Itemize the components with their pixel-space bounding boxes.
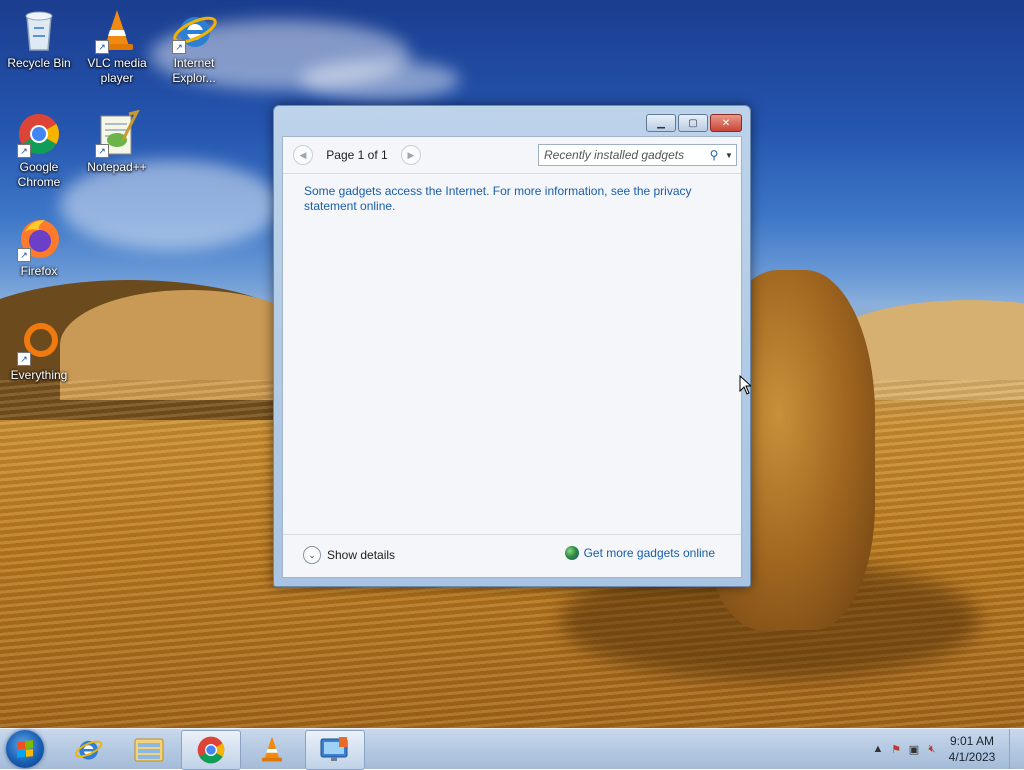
show-desktop-button[interactable] bbox=[1009, 729, 1024, 769]
taskbar-chrome[interactable] bbox=[181, 730, 241, 770]
action-center-flag-icon[interactable]: ⚑ bbox=[887, 743, 905, 756]
gadgets-gallery: ◀ Page 1 of 1 ▶ ⚲ ▼ Some gadgets access … bbox=[282, 136, 742, 578]
desktop-icon-firefox[interactable]: ↗ Firefox bbox=[2, 214, 76, 279]
network-icon[interactable]: ▣ bbox=[905, 743, 923, 756]
taskbar-clock[interactable]: 9:01 AM 4/1/2023 bbox=[941, 733, 1003, 765]
desktop-icon-notepad-plus-plus[interactable]: ↗ Notepad++ bbox=[80, 109, 154, 175]
system-tray: ▲ ⚑ ▣ 🔇︎ 9:01 AM 4/1/2023 bbox=[869, 729, 1024, 769]
volume-muted-icon[interactable]: 🔇︎ bbox=[923, 743, 941, 756]
show-details-toggle[interactable]: ⌄ Show details bbox=[303, 546, 395, 564]
chrome-icon bbox=[197, 736, 225, 764]
gadgets-window: ▁ ▢ ✕ ◀ Page 1 of 1 ▶ ⚲ ▼ Some gadgets a… bbox=[273, 105, 751, 587]
desktop-icon-chrome[interactable]: ↗ Google Chrome bbox=[2, 110, 76, 190]
everything-search-icon: ↗ bbox=[15, 318, 63, 366]
clock-date: 4/1/2023 bbox=[948, 750, 996, 764]
shortcut-arrow-icon: ↗ bbox=[17, 352, 31, 366]
show-hidden-icons-button[interactable]: ▲ bbox=[869, 743, 887, 755]
shortcut-arrow-icon: ↗ bbox=[17, 144, 31, 158]
folder-icon bbox=[134, 738, 164, 762]
page-indicator: Page 1 of 1 bbox=[326, 148, 388, 162]
taskbar-internet-explorer[interactable] bbox=[59, 730, 117, 768]
shortcut-arrow-icon: ↗ bbox=[172, 40, 186, 54]
chevron-right-icon: ▶ bbox=[407, 150, 415, 160]
next-page-button[interactable]: ▶ bbox=[401, 145, 421, 165]
desktop-icon-label: Google Chrome bbox=[17, 160, 61, 189]
maximize-button[interactable]: ▢ bbox=[678, 114, 708, 132]
desktop-icon-label: Firefox bbox=[20, 264, 58, 278]
previous-page-button[interactable]: ◀ bbox=[293, 145, 313, 165]
clock-time: 9:01 AM bbox=[949, 734, 995, 748]
desktop-icon-label: Recycle Bin bbox=[7, 56, 71, 70]
show-details-label: Show details bbox=[327, 548, 396, 562]
vlc-icon: ↗ bbox=[93, 6, 141, 54]
desktop-icon-label: Internet Explor... bbox=[172, 56, 216, 85]
shortcut-arrow-icon: ↗ bbox=[17, 248, 31, 262]
start-button[interactable] bbox=[6, 730, 44, 768]
close-button[interactable]: ✕ bbox=[710, 114, 742, 132]
desktop-icon-label: Everything bbox=[10, 368, 68, 382]
search-icon[interactable]: ⚲ bbox=[706, 148, 722, 162]
search-dropdown-arrow-icon[interactable]: ▼ bbox=[722, 151, 736, 160]
get-more-gadgets-link[interactable]: Get more gadgets online bbox=[564, 546, 715, 560]
chevron-down-icon: ⌄ bbox=[303, 546, 321, 564]
firefox-icon: ↗ bbox=[15, 214, 63, 262]
pager: ◀ Page 1 of 1 ▶ bbox=[293, 145, 421, 165]
taskbar-file-explorer[interactable] bbox=[120, 730, 178, 768]
close-icon: ✕ bbox=[721, 117, 731, 129]
taskbar-vlc[interactable] bbox=[243, 730, 301, 768]
windows-logo-icon bbox=[17, 740, 33, 758]
gadgets-icon bbox=[320, 737, 348, 761]
desktop-icon-recycle-bin[interactable]: Recycle Bin bbox=[2, 6, 76, 71]
mouse-pointer-icon bbox=[739, 375, 751, 395]
gallery-footer: ⌄ Show details Get more gadgets online bbox=[283, 534, 741, 577]
notepad-plus-plus-icon: ↗ bbox=[93, 109, 141, 158]
vlc-icon bbox=[262, 736, 282, 762]
desktop-icon-vlc[interactable]: ↗ VLC media player bbox=[80, 6, 154, 86]
maximize-icon: ▢ bbox=[688, 117, 698, 129]
gallery-toolbar: ◀ Page 1 of 1 ▶ ⚲ ▼ bbox=[283, 137, 741, 174]
shortcut-arrow-icon: ↗ bbox=[95, 40, 109, 54]
internet-explorer-icon: ↗ bbox=[170, 6, 218, 54]
shortcut-arrow-icon: ↗ bbox=[95, 144, 109, 158]
desktop-icon-label: VLC media player bbox=[87, 56, 147, 85]
minimize-button[interactable]: ▁ bbox=[646, 114, 676, 132]
get-more-gadgets-label: Get more gadgets online bbox=[583, 546, 715, 560]
desktop-icon-label: Notepad++ bbox=[87, 160, 147, 174]
globe-icon bbox=[564, 546, 579, 560]
desktop-icon-internet-explorer[interactable]: ↗ Internet Explor... bbox=[157, 6, 231, 86]
desktop-icon-everything[interactable]: ↗ Everything bbox=[2, 318, 76, 383]
internet-explorer-icon bbox=[75, 740, 103, 760]
gadget-search-box: ⚲ ▼ bbox=[538, 144, 737, 166]
chevron-left-icon: ◀ bbox=[299, 150, 307, 160]
taskbar: ▲ ⚑ ▣ 🔇︎ 9:01 AM 4/1/2023 bbox=[0, 728, 1024, 770]
window-controls: ▁ ▢ ✕ bbox=[646, 114, 742, 132]
recycle-bin-icon bbox=[15, 6, 63, 54]
privacy-notice-link[interactable]: Some gadgets access the Internet. For mo… bbox=[304, 184, 704, 214]
gadget-search-input[interactable] bbox=[539, 147, 706, 163]
minimize-icon: ▁ bbox=[657, 117, 665, 129]
chrome-icon: ↗ bbox=[15, 110, 63, 158]
taskbar-desktop-gadgets[interactable] bbox=[305, 730, 365, 770]
